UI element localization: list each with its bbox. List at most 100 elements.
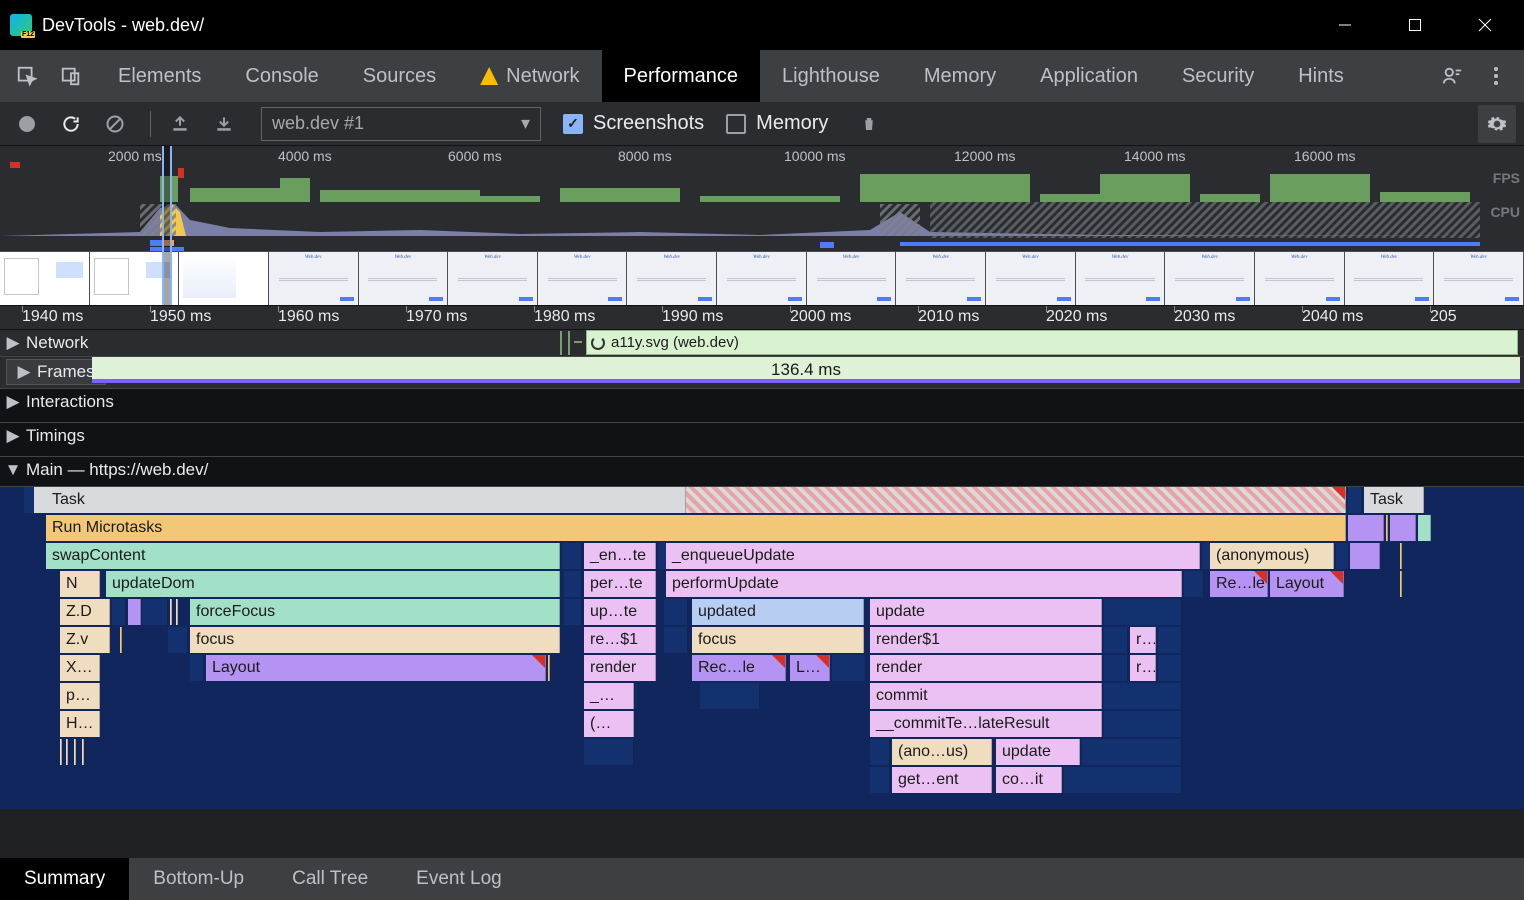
flame-bar[interactable]: swapContent	[46, 543, 560, 569]
flame-bar[interactable]: Re…le	[1210, 571, 1268, 597]
close-button[interactable]	[1450, 0, 1520, 50]
flame-bar-longtask[interactable]	[686, 487, 1346, 513]
flame-bar[interactable]: _en…te	[584, 543, 656, 569]
screenshot-thumb[interactable]: Web.dev	[986, 252, 1076, 305]
screenshots-checkbox[interactable]: Screenshots	[563, 112, 704, 135]
tab-lighthouse[interactable]: Lighthouse	[760, 50, 902, 102]
flame-bar[interactable]	[1104, 627, 1128, 653]
flame-bar[interactable]	[1082, 739, 1182, 765]
tab-hints[interactable]: Hints	[1276, 50, 1366, 102]
flame-bar[interactable]	[1336, 543, 1349, 569]
flame-bar[interactable]	[1386, 515, 1388, 541]
flame-bar[interactable]: X…	[60, 655, 100, 681]
screenshot-thumb[interactable]: Web.dev	[1434, 252, 1524, 305]
flame-bar[interactable]	[562, 543, 582, 569]
screenshot-thumb[interactable]: Web.dev	[1165, 252, 1255, 305]
flame-bar[interactable]	[176, 599, 178, 625]
screenshot-thumb[interactable]: Web.dev	[717, 252, 807, 305]
flame-bar[interactable]	[564, 571, 582, 597]
screenshot-thumb[interactable]: Web.dev	[359, 252, 449, 305]
flame-bar[interactable]	[548, 655, 550, 681]
flame-bar[interactable]: updateDom	[106, 571, 560, 597]
track-interactions[interactable]: ▶Interactions	[0, 389, 1524, 423]
tab-elements[interactable]: Elements	[96, 50, 223, 102]
track-frames[interactable]: ▶Frames 136.4 ms	[0, 357, 1524, 389]
flame-bar[interactable]	[832, 655, 866, 681]
flame-bar[interactable]: update	[870, 599, 1102, 625]
flame-bar[interactable]	[82, 739, 84, 765]
overview-pane[interactable]: 2000 ms 4000 ms 6000 ms 8000 ms 10000 ms…	[0, 146, 1524, 306]
flame-bar[interactable]: _…	[584, 683, 634, 709]
flame-bar[interactable]: get…ent	[892, 767, 992, 793]
minimize-button[interactable]	[1310, 0, 1380, 50]
screenshot-thumb[interactable]	[0, 252, 90, 305]
tab-call-tree[interactable]: Call Tree	[268, 858, 392, 900]
flame-bar[interactable]: N	[60, 571, 100, 597]
flame-bar[interactable]: commit	[870, 683, 1102, 709]
flame-bar[interactable]: (ano…us)	[892, 739, 992, 765]
flame-bar[interactable]	[1348, 487, 1362, 513]
flame-bar[interactable]	[1348, 515, 1384, 541]
flame-bar[interactable]: Task	[46, 487, 686, 513]
flame-bar[interactable]	[142, 599, 168, 625]
flame-bar[interactable]: r…	[1130, 627, 1156, 653]
screenshot-thumb[interactable]: Web.dev	[448, 252, 538, 305]
tab-event-log[interactable]: Event Log	[392, 858, 526, 900]
flame-bar[interactable]: r…	[1130, 655, 1156, 681]
flame-bar[interactable]: _enqueueUpdate	[666, 543, 1200, 569]
recording-selector[interactable]: web.dev #1 ▾	[261, 107, 541, 141]
tab-network[interactable]: Network	[458, 50, 601, 102]
tab-memory[interactable]: Memory	[902, 50, 1018, 102]
maximize-button[interactable]	[1380, 0, 1450, 50]
frame-bar[interactable]: 136.4 ms	[92, 357, 1520, 383]
flame-bar[interactable]	[1418, 515, 1431, 541]
inspect-element-icon[interactable]	[8, 57, 46, 95]
flame-bar[interactable]	[584, 739, 634, 765]
track-main-header[interactable]: ▼Main — https://web.dev/	[0, 457, 1524, 487]
flame-bar[interactable]	[168, 627, 188, 653]
flame-bar[interactable]	[112, 599, 126, 625]
flame-bar[interactable]	[1390, 515, 1416, 541]
network-request-bar[interactable]: a11y.svg (web.dev)	[586, 330, 1518, 355]
flame-bar[interactable]: p…	[60, 683, 100, 709]
device-toggle-icon[interactable]	[52, 57, 90, 95]
flame-bar[interactable]: L…	[790, 655, 830, 681]
flame-bar[interactable]: update	[996, 739, 1080, 765]
flame-bar[interactable]: focus	[190, 627, 560, 653]
tab-security[interactable]: Security	[1160, 50, 1276, 102]
flame-bar[interactable]: Layout	[1270, 571, 1344, 597]
tab-bottom-up[interactable]: Bottom-Up	[129, 858, 268, 900]
track-timings[interactable]: ▶Timings	[0, 423, 1524, 457]
flame-bar[interactable]	[564, 599, 582, 625]
flame-bar[interactable]	[664, 627, 688, 653]
flame-bar[interactable]: focus	[692, 627, 864, 653]
load-profile-button[interactable]	[161, 105, 199, 143]
tab-summary[interactable]: Summary	[0, 858, 129, 900]
screenshot-thumb[interactable]: Web.dev	[627, 252, 717, 305]
flame-bar[interactable]	[636, 683, 638, 709]
flame-bar[interactable]: performUpdate	[666, 571, 1182, 597]
flame-bar[interactable]: re…$1	[584, 627, 656, 653]
flame-bar[interactable]	[1064, 767, 1182, 793]
flame-bar[interactable]	[1104, 711, 1182, 737]
reload-record-button[interactable]	[52, 105, 90, 143]
main-flame-chart[interactable]: Task Task Run Microtasks swapContent _en…	[0, 487, 1524, 809]
flame-bar[interactable]	[190, 655, 204, 681]
flame-bar[interactable]: updated	[692, 599, 864, 625]
flame-bar[interactable]: render$1	[870, 627, 1102, 653]
screenshot-thumb[interactable]: Web.dev	[807, 252, 897, 305]
clear-button[interactable]	[96, 105, 134, 143]
flame-bar[interactable]	[66, 739, 68, 765]
flame-bar[interactable]: up…te	[584, 599, 656, 625]
flame-bar[interactable]: H…	[60, 711, 100, 737]
flame-bar[interactable]: render	[584, 655, 656, 681]
flame-bar[interactable]: __commitTe…lateResult	[870, 711, 1102, 737]
flame-bar[interactable]	[1104, 683, 1182, 709]
screenshot-thumb[interactable]: Web.dev	[896, 252, 986, 305]
flame-bar[interactable]	[1184, 571, 1204, 597]
flame-bar[interactable]: Run Microtasks	[46, 515, 1346, 541]
screenshot-thumb[interactable]	[179, 252, 269, 305]
flame-bar[interactable]	[664, 599, 688, 625]
tab-console[interactable]: Console	[223, 50, 340, 102]
screenshot-thumb[interactable]: Web.dev	[269, 252, 359, 305]
